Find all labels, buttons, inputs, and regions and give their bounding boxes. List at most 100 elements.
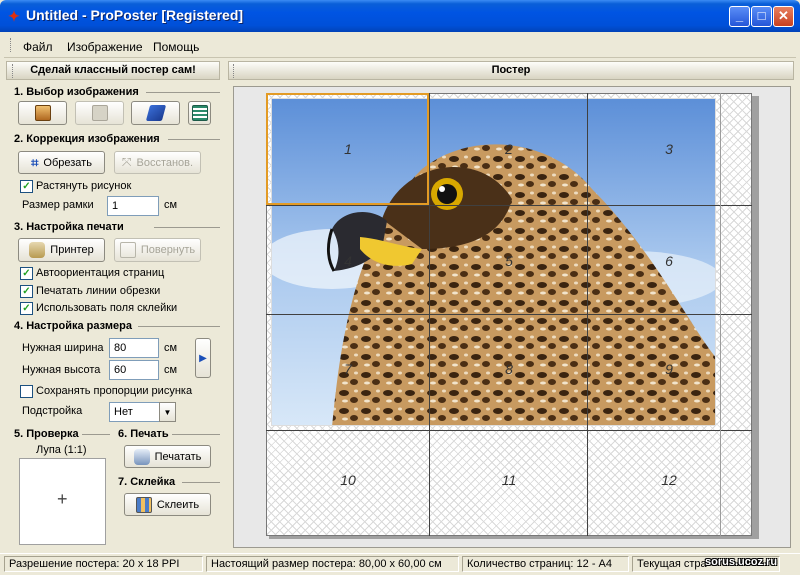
- open-image-button[interactable]: [18, 101, 67, 125]
- glue-margins-checkbox[interactable]: ✓: [20, 302, 33, 315]
- restore-label: Восстанов.: [136, 156, 194, 169]
- print-button[interactable]: Печатать: [124, 445, 211, 468]
- image-file-icon: [34, 105, 51, 121]
- height-unit-label: см: [164, 364, 178, 376]
- adjust-label: Подстройка: [22, 405, 83, 417]
- printer-label: Принтер: [50, 244, 94, 256]
- menu-help[interactable]: Помощь: [153, 40, 199, 54]
- frame-unit-label: см: [164, 199, 178, 211]
- scanner-icon: [145, 105, 166, 121]
- selected-page-highlight[interactable]: [266, 93, 429, 205]
- section-print-settings: 3. Настройка печати: [14, 221, 124, 233]
- section-print: 6. Печать: [118, 428, 169, 440]
- page-margin-line: [720, 93, 721, 536]
- printer-button[interactable]: Принтер: [18, 238, 105, 262]
- app-icon: ✦: [8, 8, 20, 24]
- height-input[interactable]: 60: [109, 360, 159, 380]
- section-image-correction: 2. Коррекция изображения: [14, 133, 160, 145]
- arrow-right-icon: ▶: [199, 352, 207, 364]
- page-cut-line: [266, 205, 752, 206]
- panel-grip: [12, 64, 15, 78]
- restore-button[interactable]: ⤧ Восстанов.: [114, 151, 201, 174]
- stretch-checkbox[interactable]: ✓: [20, 180, 33, 193]
- frame-size-input[interactable]: 1: [107, 196, 159, 216]
- glue-button[interactable]: Склеить: [124, 493, 211, 516]
- panel-grip: [233, 64, 236, 78]
- section-divider: [82, 434, 110, 435]
- page-number: 10: [340, 472, 356, 488]
- paste-image-button[interactable]: [75, 101, 124, 125]
- keep-proportions-checkbox[interactable]: [20, 385, 33, 398]
- section-preview: 5. Проверка: [14, 428, 79, 440]
- close-button[interactable]: ✕: [773, 6, 794, 27]
- stretch-label: Растянуть рисунок: [36, 180, 132, 192]
- keep-proportions-label: Сохранять пропорции рисунка: [36, 385, 193, 397]
- width-input[interactable]: 80: [109, 338, 159, 358]
- magnifier-label: Лупа (1:1): [36, 444, 87, 456]
- rotate-icon: [119, 242, 136, 258]
- section-divider: [146, 92, 220, 93]
- rotate-button[interactable]: Повернуть: [114, 238, 201, 262]
- frame-size-label: Размер рамки: [22, 199, 94, 211]
- print-cut-lines-checkbox[interactable]: ✓: [20, 285, 33, 298]
- watermark: sorus.ucoz.ru: [705, 556, 778, 568]
- section-select-image: 1. Выбор изображения: [14, 86, 139, 98]
- menu-grip: [10, 38, 13, 52]
- printer-icon: [29, 242, 46, 258]
- adjust-dropdown-button[interactable]: ▼: [159, 402, 176, 422]
- glue-label: Склеить: [156, 498, 200, 511]
- section-divider: [138, 326, 220, 327]
- minimize-button[interactable]: _: [729, 6, 750, 27]
- glue-margins-label: Использовать поля склейки: [36, 302, 178, 314]
- crop-button[interactable]: ⌗ Обрезать: [18, 151, 105, 174]
- poster-panel-header: Постер: [228, 61, 794, 80]
- page-cut-line: [266, 430, 752, 431]
- rotate-label: Повернуть: [140, 244, 196, 256]
- auto-orient-label: Автоориентация страниц: [36, 267, 165, 279]
- window-title: Untitled - ProPoster [Registered]: [26, 7, 244, 23]
- section-divider: [172, 434, 220, 435]
- section-divider: [182, 482, 220, 483]
- page-number: 3: [665, 141, 673, 157]
- width-label: Нужная ширина: [22, 342, 104, 354]
- page-number: 4: [344, 253, 352, 269]
- chevron-down-icon: ▼: [163, 407, 172, 417]
- page-number: 8: [505, 361, 513, 377]
- height-label: Нужная высота: [22, 364, 101, 376]
- crosshair-icon: +: [57, 489, 68, 509]
- crop-icon: ⌗: [31, 154, 39, 170]
- page-number: 12: [661, 472, 677, 488]
- list-icon: [191, 105, 208, 121]
- width-unit-label: см: [164, 342, 178, 354]
- maximize-button[interactable]: □: [751, 6, 772, 27]
- status-resolution: Разрешение постера: 20 x 18 PPI: [4, 556, 203, 572]
- apply-size-button[interactable]: ▶: [195, 338, 211, 378]
- page-number: 5: [505, 253, 513, 269]
- menu-file[interactable]: Файл: [23, 40, 53, 54]
- page-number: 7: [344, 361, 352, 377]
- section-size-settings: 4. Настройка размера: [14, 320, 132, 332]
- menu-image[interactable]: Изображение: [67, 40, 143, 54]
- left-panel-header: Сделай классный постер сам!: [6, 61, 220, 80]
- clipboard-icon: [91, 105, 108, 121]
- glue-icon: [135, 496, 152, 513]
- page-cut-line: [266, 314, 752, 315]
- print-label: Печатать: [154, 450, 202, 463]
- crop-label: Обрезать: [43, 156, 92, 169]
- restore-icon: ⤧: [121, 155, 132, 169]
- auto-orient-checkbox[interactable]: ✓: [20, 267, 33, 280]
- page-number: 6: [665, 253, 673, 269]
- page-number: 9: [665, 361, 673, 377]
- section-divider: [168, 139, 220, 140]
- section-divider: [154, 227, 220, 228]
- image-list-button[interactable]: [188, 101, 211, 125]
- section-glue: 7. Склейка: [118, 476, 176, 488]
- page-number: 11: [501, 472, 517, 488]
- print-cut-lines-label: Печатать линии обрезки: [36, 285, 161, 297]
- adjust-select[interactable]: Нет: [109, 402, 161, 422]
- page-number: 2: [505, 141, 513, 157]
- scan-image-button[interactable]: [131, 101, 180, 125]
- status-page-count: Количество страниц: 12 - A4: [462, 556, 629, 572]
- print-icon: [133, 448, 150, 465]
- magnifier-preview: +: [19, 458, 106, 545]
